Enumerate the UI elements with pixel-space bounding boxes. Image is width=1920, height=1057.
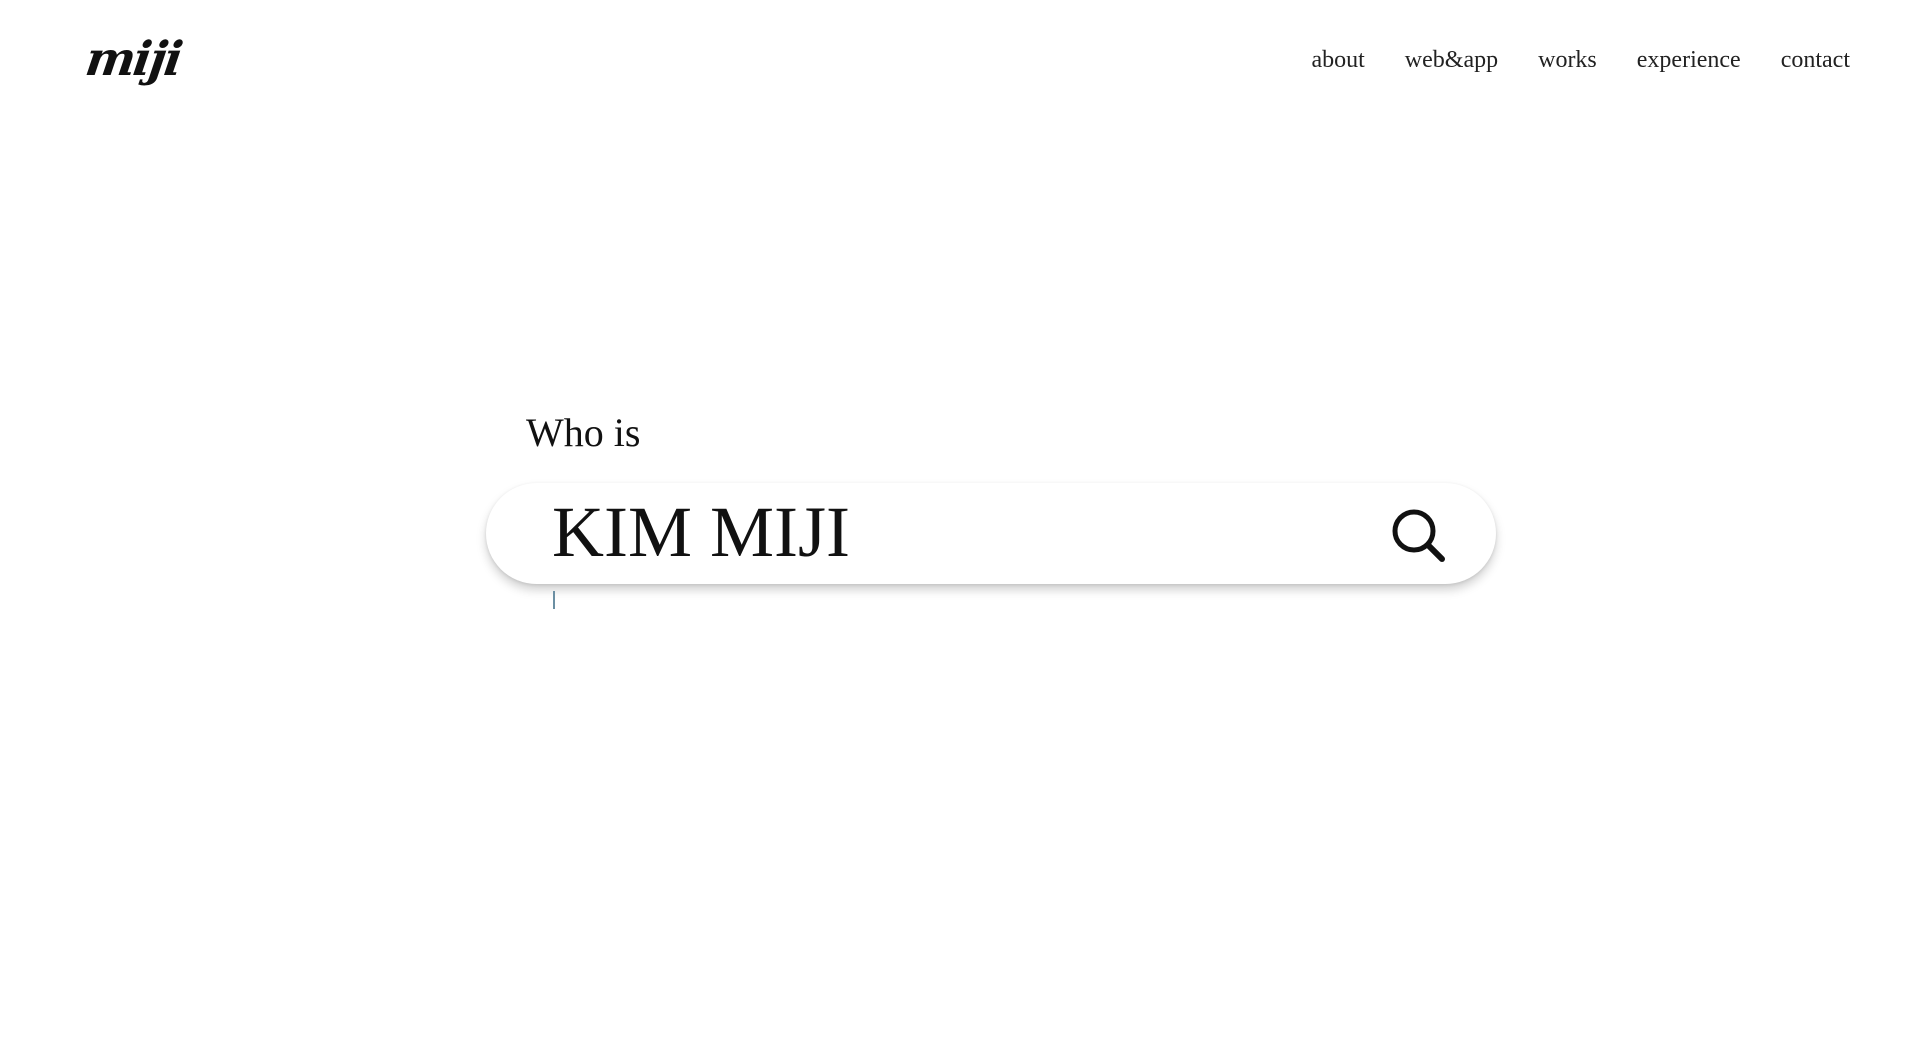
site-logo[interactable]: miji [82,32,184,87]
search-bar [486,483,1496,584]
nav-contact[interactable]: contact [1781,48,1850,72]
search-button[interactable] [1390,507,1446,563]
nav-about[interactable]: about [1311,48,1364,72]
search-icon [1392,509,1445,562]
site-header: miji about web&app works experience cont… [0,0,1920,130]
main-nav: about web&app works experience contact [1311,48,1850,72]
hero-prompt: Who is [526,410,641,455]
nav-works[interactable]: works [1538,48,1597,72]
nav-experience[interactable]: experience [1637,48,1741,72]
nav-web-app[interactable]: web&app [1405,48,1498,72]
text-caret [553,591,555,609]
search-input[interactable] [552,497,1332,567]
